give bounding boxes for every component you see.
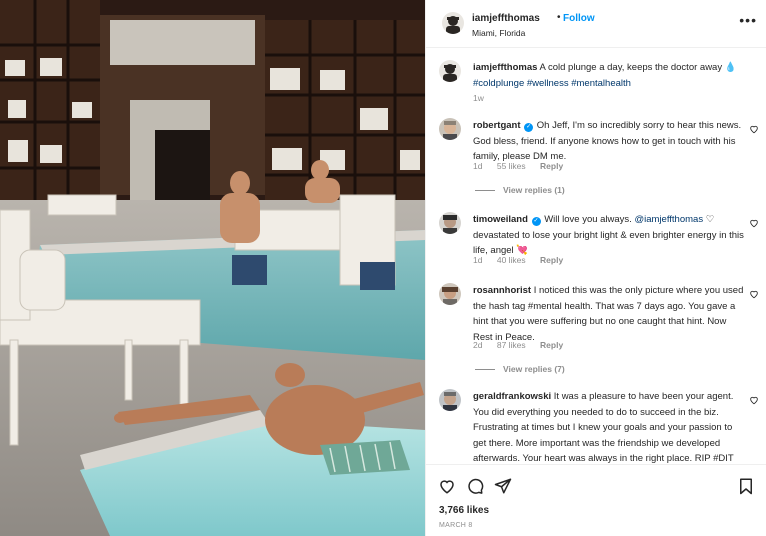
caption-hashtags[interactable]: #coldplunge #wellness #mentalhealth <box>473 78 631 89</box>
comment-text: robertgant ✓ Oh Jeff, I'm so incredibly … <box>473 118 745 165</box>
post-location[interactable]: Miami, Florida <box>472 28 525 38</box>
comment-text: timoweiland ✓ Will love you always. @iam… <box>473 212 745 259</box>
comment-time: 1d <box>473 161 483 171</box>
commenter-avatar[interactable] <box>439 212 461 234</box>
post-side-panel: iamjeffthomas • Follow Miami, Florida ••… <box>425 0 766 536</box>
caption-time: 1w <box>473 93 484 103</box>
heart-icon[interactable] <box>438 477 456 495</box>
post-actions-bar: 3,766 likes MARCH 8 <box>426 464 766 536</box>
heart-emoji: ♡ <box>705 214 715 225</box>
post-likes-count[interactable]: 3,766 likes <box>439 505 489 516</box>
like-comment-heart-icon[interactable] <box>749 124 759 134</box>
comment-time: 1d <box>473 255 483 265</box>
comment-username[interactable]: robertgant <box>473 120 521 131</box>
comment-likes[interactable]: 87 likes <box>497 340 526 350</box>
post-date: MARCH 8 <box>439 522 473 529</box>
like-comment-heart-icon[interactable] <box>749 395 759 405</box>
commenter-avatar[interactable] <box>439 389 461 411</box>
separator-dot: • <box>557 12 561 23</box>
comment-likes[interactable]: 40 likes <box>497 255 526 265</box>
comment-username[interactable]: timoweiland <box>473 214 528 225</box>
comment-text: geraldfrankowski It was a pleasure to ha… <box>473 389 745 464</box>
bookmark-icon[interactable] <box>737 477 755 495</box>
comment-username[interactable]: rosannhorist <box>473 285 531 296</box>
comment-text: rosannhorist I noticed this was the only… <box>473 283 745 345</box>
author-avatar[interactable] <box>442 12 464 34</box>
comment-time: 2d <box>473 340 483 350</box>
commenter-avatar[interactable] <box>439 283 461 305</box>
view-replies-button[interactable]: View replies (1) <box>475 185 565 195</box>
caption-avatar[interactable] <box>439 60 461 82</box>
verified-badge-icon: ✓ <box>531 217 541 226</box>
view-replies-button[interactable]: View replies (7) <box>475 364 565 374</box>
like-comment-heart-icon[interactable] <box>749 218 759 228</box>
post-header: iamjeffthomas • Follow Miami, Florida ••… <box>426 0 766 48</box>
comment-body: Will love you always. <box>544 214 632 225</box>
comment-meta: 1d 55 likes Reply <box>473 161 575 171</box>
follow-button[interactable]: Follow <box>563 13 595 24</box>
replies-divider <box>475 190 495 192</box>
comment-username[interactable]: geraldfrankowski <box>473 391 551 402</box>
like-comment-heart-icon[interactable] <box>749 289 759 299</box>
replies-divider <box>475 369 495 371</box>
post-image <box>0 0 425 536</box>
post-photo[interactable] <box>0 0 425 536</box>
verified-badge-icon: ✓ <box>524 123 534 132</box>
caption-body: A cold plunge a day, keeps the doctor aw… <box>539 62 723 73</box>
comment-meta: 1d 40 likes Reply <box>473 255 575 265</box>
share-icon[interactable] <box>494 477 512 495</box>
reply-button[interactable]: Reply <box>540 255 563 265</box>
comment-mention[interactable]: @iamjeffthomas <box>634 214 703 225</box>
caption-username[interactable]: iamjeffthomas <box>473 62 537 73</box>
reply-button[interactable]: Reply <box>540 161 563 171</box>
comment-likes[interactable]: 55 likes <box>497 161 526 171</box>
comment-meta: 2d 87 likes Reply <box>473 340 575 350</box>
commenter-avatar[interactable] <box>439 118 461 140</box>
droplet-emoji: 💧 <box>724 62 737 73</box>
caption-text: iamjeffthomas A cold plunge a day, keeps… <box>473 60 745 91</box>
reply-button[interactable]: Reply <box>540 340 563 350</box>
comment-icon[interactable] <box>466 477 484 495</box>
comments-list[interactable]: iamjeffthomas A cold plunge a day, keeps… <box>426 48 766 464</box>
author-username[interactable]: iamjeffthomas <box>472 13 540 24</box>
more-horizontal-icon[interactable]: ••• <box>739 12 757 28</box>
comment-body-continued: devastated to lose your bright light & e… <box>473 229 744 257</box>
